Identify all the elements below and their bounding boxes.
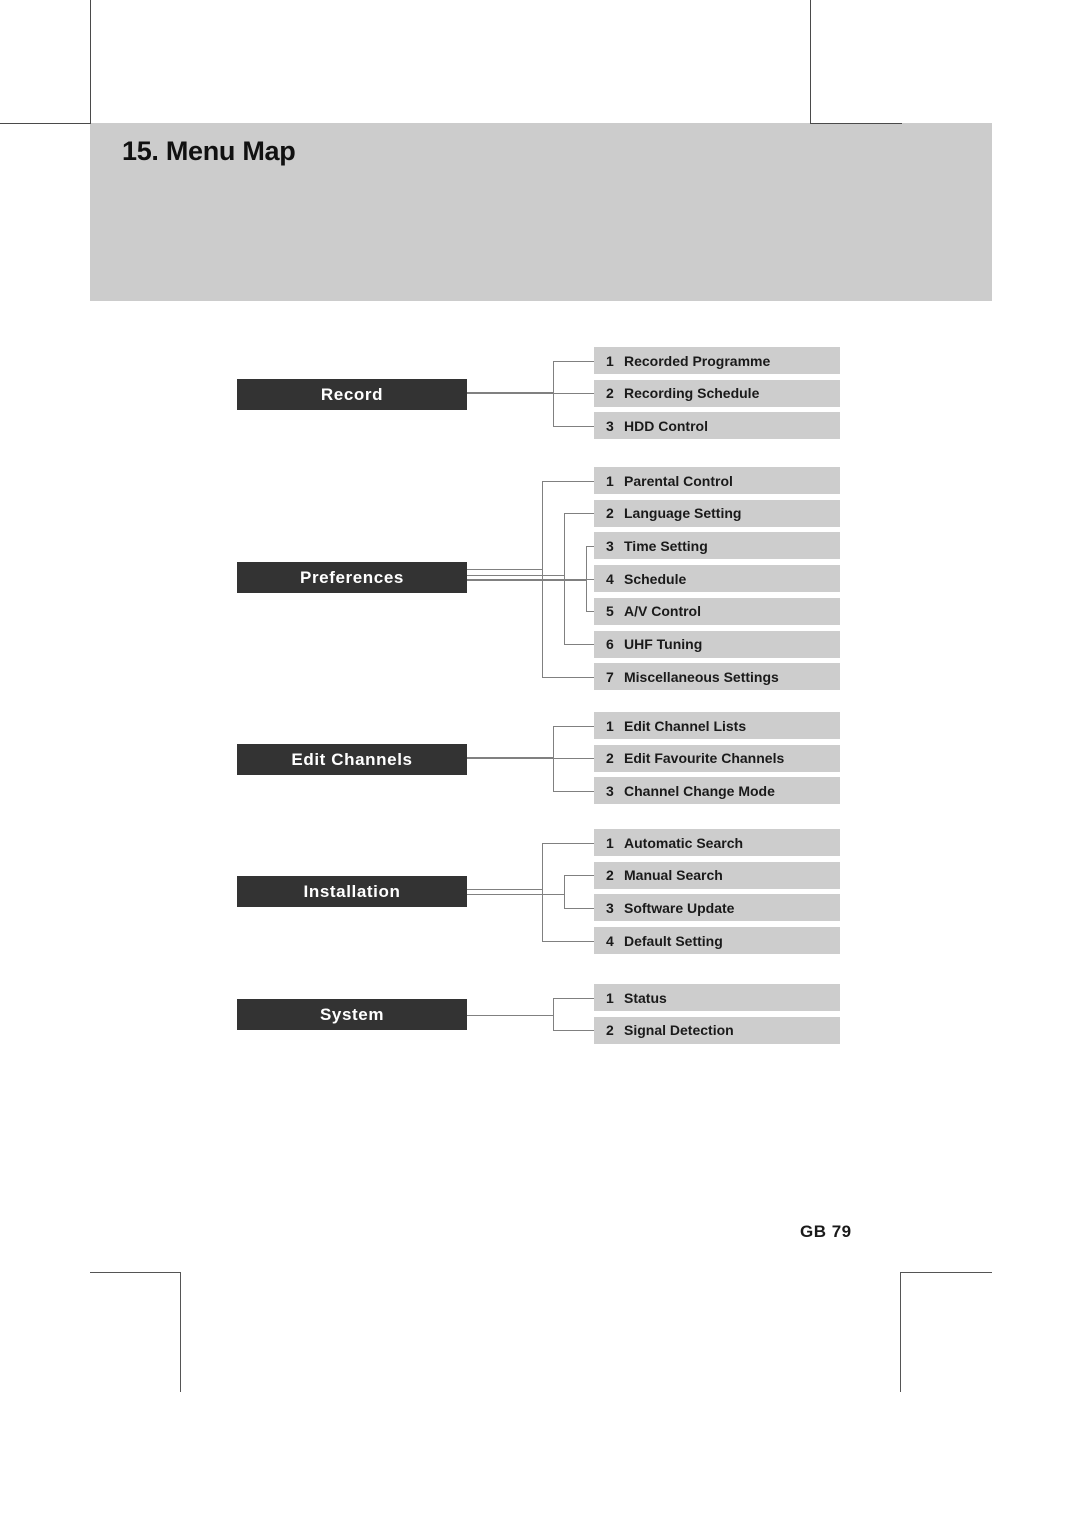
connector-bus bbox=[564, 875, 565, 908]
group-label: System bbox=[319, 1004, 385, 1024]
menu-item[interactable]: 4 Schedule bbox=[594, 565, 840, 593]
connector-branch bbox=[542, 480, 594, 482]
menu-item-label: Recorded Programme bbox=[624, 352, 771, 369]
group-label: Installation bbox=[303, 881, 401, 901]
group-label: Preferences bbox=[300, 567, 404, 587]
menu-item-label: Signal Detection bbox=[624, 1022, 734, 1039]
menu-item-number: 2 bbox=[606, 385, 614, 402]
connector-stub bbox=[467, 580, 586, 582]
menu-item-label: UHF Tuning bbox=[624, 636, 703, 652]
menu-item-label: Edit Channel Lists bbox=[624, 717, 747, 734]
menu-item-number: 6 bbox=[606, 636, 614, 652]
menu-item[interactable]: 3 Software Update bbox=[594, 894, 840, 922]
menu-item[interactable]: 7 Miscellaneous Settings bbox=[594, 663, 840, 691]
menu-item-label: Time Setting bbox=[624, 537, 708, 554]
menu-item[interactable]: 2 Edit Favourite Channels bbox=[594, 744, 840, 772]
group-box-record[interactable]: Record bbox=[237, 379, 467, 410]
menu-item[interactable]: 1 Recorded Programme bbox=[594, 347, 840, 374]
menu-item[interactable]: 3 Time Setting bbox=[594, 532, 840, 560]
menu-item-label: A/V Control bbox=[624, 603, 701, 620]
menu-item-number: 1 bbox=[606, 834, 614, 851]
group-box-edit-channels[interactable]: Edit Channels bbox=[237, 744, 467, 775]
menu-item-label: Schedule bbox=[624, 570, 687, 587]
menu-item[interactable]: 6 UHF Tuning bbox=[594, 630, 840, 658]
menu-item-number: 2 bbox=[606, 1022, 614, 1039]
menu-item-label: Parental Control bbox=[624, 472, 733, 489]
connector-branch bbox=[564, 644, 594, 645]
menu-item[interactable]: 3 HDD Control bbox=[594, 412, 840, 440]
connector-bus bbox=[553, 997, 554, 1031]
menu-item[interactable]: 2 Language Setting bbox=[594, 499, 840, 527]
connector-branch bbox=[553, 997, 594, 999]
menu-item[interactable]: 2 Signal Detection bbox=[594, 1016, 840, 1044]
menu-item-label: Software Update bbox=[624, 899, 735, 916]
connector-branch bbox=[564, 907, 594, 909]
connector-branch bbox=[542, 842, 594, 844]
group-box-system[interactable]: System bbox=[237, 999, 467, 1030]
connector-branch bbox=[553, 790, 594, 792]
menu-item-label: HDD Control bbox=[624, 417, 708, 434]
menu-item-label: Status bbox=[624, 989, 667, 1006]
menu-item-number: 3 bbox=[606, 899, 614, 916]
connector-branch bbox=[586, 611, 594, 613]
menu-item-label: Channel Change Mode bbox=[624, 782, 775, 799]
menu-item-label: Recording Schedule bbox=[624, 385, 760, 402]
menu-item-label: Language Setting bbox=[624, 505, 742, 522]
menu-item[interactable]: 2 Recording Schedule bbox=[594, 379, 840, 407]
connector-direct bbox=[467, 758, 594, 760]
menu-item-label: Automatic Search bbox=[624, 834, 744, 851]
connector-stub bbox=[467, 569, 542, 571]
menu-item[interactable]: 1 Automatic Search bbox=[594, 829, 840, 856]
menu-item-number: 5 bbox=[606, 603, 614, 620]
menu-item[interactable]: 3 Channel Change Mode bbox=[594, 777, 840, 805]
menu-item[interactable]: 1 Parental Control bbox=[594, 467, 840, 494]
connector-branch bbox=[553, 1030, 594, 1032]
group-label: Edit Channels bbox=[291, 749, 413, 769]
connector-stub bbox=[467, 894, 564, 896]
connector-direct bbox=[467, 578, 594, 580]
connector-stub bbox=[467, 1014, 553, 1016]
menu-item[interactable]: 1 Edit Channel Lists bbox=[594, 712, 840, 739]
menu-item-number: 4 bbox=[606, 932, 614, 949]
connector-branch bbox=[586, 545, 594, 547]
menu-item-number: 1 bbox=[606, 989, 614, 1006]
menu-item-number: 1 bbox=[606, 352, 614, 369]
menu-item-number: 1 bbox=[606, 717, 614, 734]
menu-item-number: 2 bbox=[606, 505, 614, 522]
page-number: GB 79 bbox=[800, 1222, 852, 1241]
connector-stub bbox=[467, 888, 542, 890]
menu-item-number: 3 bbox=[606, 417, 614, 434]
connector-branch bbox=[553, 425, 594, 427]
menu-item-number: 3 bbox=[606, 782, 614, 799]
menu-item-number: 7 bbox=[606, 668, 614, 685]
connector-branch bbox=[564, 513, 594, 515]
menu-item-label: Edit Favourite Channels bbox=[624, 750, 785, 767]
connector-branch bbox=[542, 676, 594, 678]
connector-direct bbox=[467, 393, 594, 395]
menu-map-diagram: Record 1 Recorded Programme 2 Recording Sche… bbox=[0, 0, 1080, 1528]
menu-item-number: 2 bbox=[606, 750, 614, 767]
menu-item-number: 1 bbox=[606, 472, 614, 489]
menu-item-number: 3 bbox=[606, 537, 614, 554]
connector-bus bbox=[542, 842, 543, 941]
menu-item[interactable]: 5 A/V Control bbox=[594, 597, 840, 625]
connector-branch bbox=[542, 940, 594, 942]
group-box-installation[interactable]: Installation bbox=[237, 876, 467, 907]
menu-item[interactable]: 2 Manual Search bbox=[594, 861, 840, 889]
menu-item-label: Default Setting bbox=[624, 932, 723, 949]
connector-branch bbox=[553, 360, 594, 362]
connector-stub bbox=[467, 574, 564, 576]
menu-item-number: 2 bbox=[606, 867, 614, 884]
menu-item-label: Miscellaneous Settings bbox=[624, 668, 779, 685]
group-label: Record bbox=[320, 384, 384, 404]
menu-item[interactable]: 4 Default Setting bbox=[594, 927, 840, 955]
menu-item-label: Manual Search bbox=[624, 867, 723, 884]
connector-branch bbox=[553, 725, 594, 727]
connector-branch bbox=[564, 875, 594, 877]
menu-item-number: 4 bbox=[606, 570, 614, 587]
menu-item[interactable]: 1 Status bbox=[594, 984, 840, 1011]
group-box-preferences[interactable]: Preferences bbox=[237, 562, 467, 593]
